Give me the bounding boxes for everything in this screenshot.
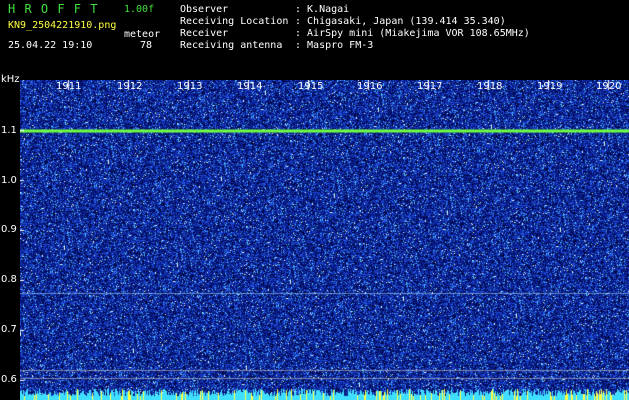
y-tick-label: 1.1 bbox=[1, 125, 17, 136]
y-axis-labels: 1.1 1.0 0.9 0.8 0.7 0.6 bbox=[0, 70, 20, 400]
y-tick-label: 0.6 bbox=[1, 374, 17, 385]
receiver-label: Receiver bbox=[180, 28, 229, 39]
version-label: 1.00f bbox=[124, 4, 155, 15]
location-value: : Chigasaki, Japan (139.414 35.340) bbox=[295, 16, 506, 27]
x-tick-label: 1913 bbox=[177, 81, 203, 92]
x-tick-label: 1914 bbox=[237, 81, 263, 92]
observer-label: Observer bbox=[180, 4, 229, 15]
x-tick-label: 1918 bbox=[477, 81, 503, 92]
y-tick-label: 1.0 bbox=[1, 175, 17, 186]
count-label: 78 bbox=[140, 40, 153, 51]
spectrogram bbox=[20, 80, 629, 400]
x-tick-label: 1919 bbox=[537, 81, 563, 92]
y-tick-label: 0.8 bbox=[1, 274, 17, 285]
filename-label: KN9_2504221910.png bbox=[8, 20, 117, 31]
x-tick-label: 1920 bbox=[596, 81, 622, 92]
location-label: Receiving Location bbox=[180, 16, 289, 27]
x-tick-label: 1912 bbox=[117, 81, 143, 92]
x-tick-label: 1917 bbox=[417, 81, 443, 92]
antenna-value: : Maspro FM-3 bbox=[295, 40, 374, 51]
app-title: H R O F F T bbox=[8, 2, 99, 16]
datetime-label: 25.04.22 19:10 bbox=[8, 40, 93, 51]
y-tick-label: 0.7 bbox=[1, 324, 17, 335]
x-tick-label: 1911 bbox=[56, 81, 82, 92]
observer-value: : K.Nagai bbox=[295, 4, 350, 15]
receiver-value: : AirSpy mini (Miakejima VOR 108.65MHz) bbox=[295, 28, 530, 39]
x-tick-label: 1915 bbox=[298, 81, 324, 92]
x-tick-label: 1916 bbox=[357, 81, 383, 92]
y-tick-label: 0.9 bbox=[1, 224, 17, 235]
antenna-label: Receiving antenna bbox=[180, 40, 283, 51]
